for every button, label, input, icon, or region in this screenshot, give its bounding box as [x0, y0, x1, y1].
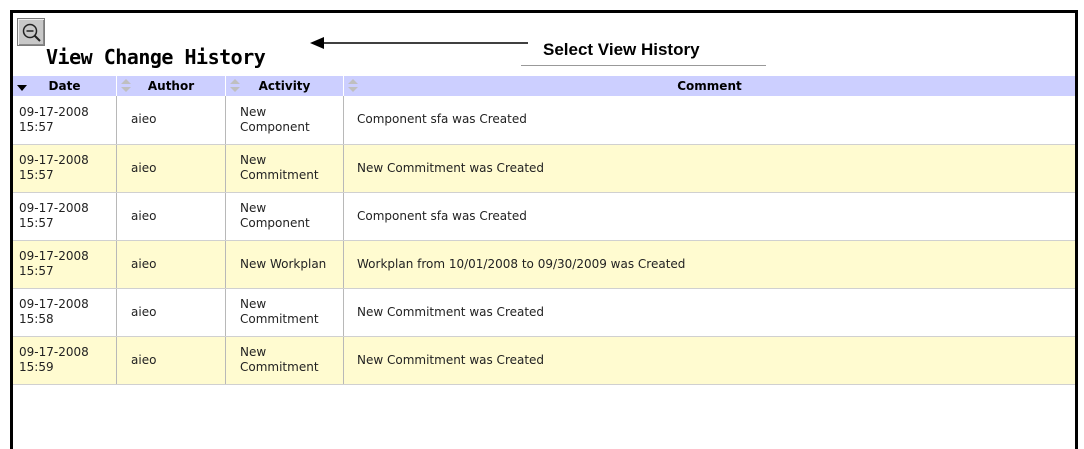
cell-comment: Component sfa was Created	[343, 192, 1075, 241]
table-row[interactable]: 09-17-2008 15:57 aieo New Component Comp…	[13, 96, 1075, 145]
sort-icon	[348, 79, 358, 92]
cell-comment: New Commitment was Created	[343, 288, 1075, 337]
sort-desc-icon	[17, 85, 27, 91]
sort-icon	[230, 79, 240, 92]
cell-activity: New Component	[225, 96, 344, 145]
cell-date: 09-17-2008 15:58	[13, 288, 117, 337]
cell-activity: New Commitment	[225, 288, 344, 337]
cell-activity: New Commitment	[225, 336, 344, 385]
page-title: View Change History	[46, 45, 266, 69]
table-header-row: Date Author Activity Comment	[13, 76, 1075, 96]
zoom-out-icon	[22, 23, 41, 42]
cell-date: 09-17-2008 15:57	[13, 192, 117, 241]
cell-author: aieo	[116, 336, 226, 385]
table-row[interactable]: 09-17-2008 15:57 aieo New Commitment New…	[13, 144, 1075, 193]
cell-activity: New Workplan	[225, 240, 344, 289]
column-header-label: Comment	[677, 79, 742, 93]
annotation-label: Select View History	[543, 40, 700, 59]
table-row[interactable]: 09-17-2008 15:57 aieo New Workplan Workp…	[13, 240, 1075, 289]
cell-comment: New Commitment was Created	[343, 336, 1075, 385]
table-row[interactable]: 09-17-2008 15:58 aieo New Commitment New…	[13, 288, 1075, 337]
column-header-label: Activity	[258, 79, 311, 93]
arrow-left-icon	[310, 37, 528, 49]
cell-author: aieo	[116, 192, 226, 241]
cell-author: aieo	[116, 96, 226, 145]
cell-date: 09-17-2008 15:57	[13, 240, 117, 289]
history-table: Date Author Activity Comment 09-17-2008 …	[13, 76, 1075, 385]
change-history-panel: View Change History Select View History …	[10, 10, 1078, 449]
cell-activity: New Component	[225, 192, 344, 241]
table-row[interactable]: 09-17-2008 15:59 aieo New Commitment New…	[13, 336, 1075, 385]
table-row[interactable]: 09-17-2008 15:57 aieo New Component Comp…	[13, 192, 1075, 241]
cell-comment: New Commitment was Created	[343, 144, 1075, 193]
column-header-comment[interactable]: Comment	[343, 76, 1075, 96]
cell-comment: Workplan from 10/01/2008 to 09/30/2009 w…	[343, 240, 1075, 289]
cell-date: 09-17-2008 15:57	[13, 96, 117, 145]
cell-date: 09-17-2008 15:57	[13, 144, 117, 193]
cell-author: aieo	[116, 288, 226, 337]
cell-date: 09-17-2008 15:59	[13, 336, 117, 385]
column-header-activity[interactable]: Activity	[225, 76, 344, 96]
cell-author: aieo	[116, 144, 226, 193]
column-header-label: Author	[147, 79, 195, 93]
column-header-date[interactable]: Date	[13, 76, 117, 96]
title-bar: View Change History Select View History	[13, 13, 1075, 75]
divider	[521, 65, 766, 66]
column-header-label: Date	[48, 79, 81, 93]
sort-icon	[121, 79, 131, 92]
cell-author: aieo	[116, 240, 226, 289]
column-header-author[interactable]: Author	[116, 76, 226, 96]
view-history-button[interactable]	[17, 18, 45, 46]
cell-comment: Component sfa was Created	[343, 96, 1075, 145]
cell-activity: New Commitment	[225, 144, 344, 193]
